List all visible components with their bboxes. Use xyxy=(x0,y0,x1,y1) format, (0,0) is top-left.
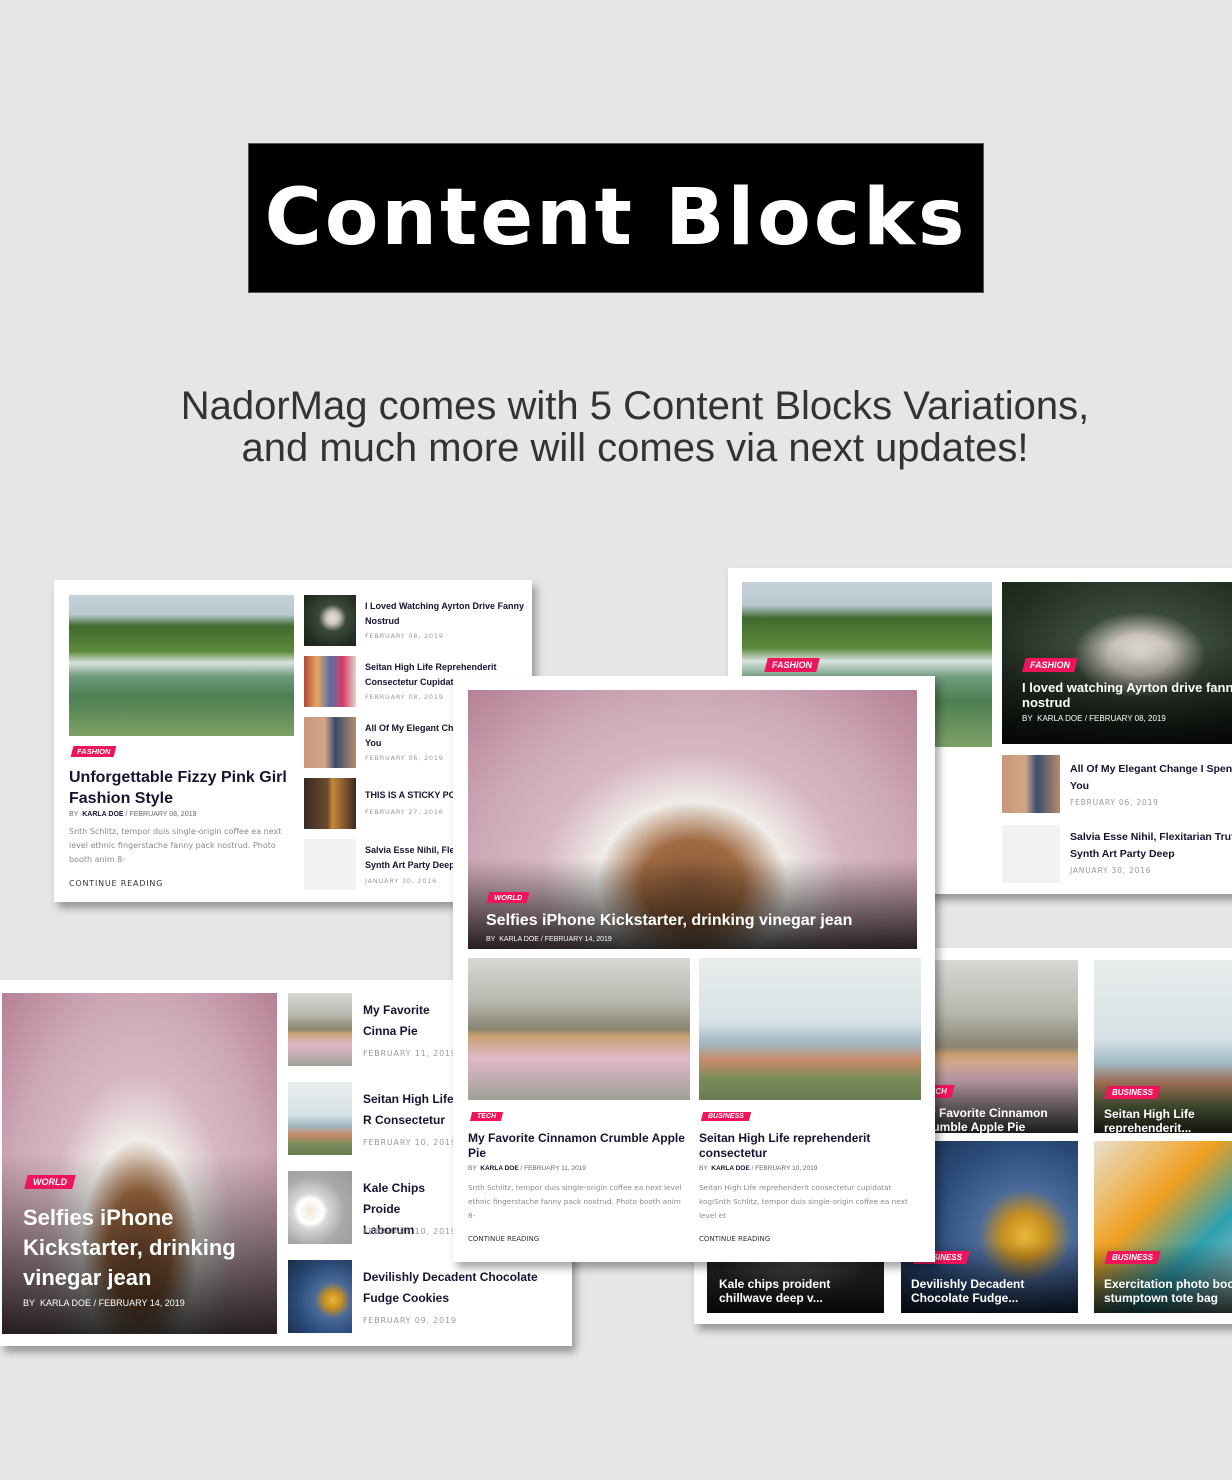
list-thumb[interactable] xyxy=(304,595,356,646)
tile-title[interactable]: Devilishly Decadent Chocolate Fudge... xyxy=(911,1277,1071,1305)
list-item-date: February 08, 2019 xyxy=(365,693,444,701)
list-item-date: January 30, 2016 xyxy=(1070,866,1152,875)
subtitle-line-2: and much more will comes via next update… xyxy=(241,426,1029,470)
list-thumb[interactable] xyxy=(288,1171,352,1244)
list-item-title[interactable]: Salvia Esse Nihil, Flexitarian Truffa Sy… xyxy=(1070,829,1232,863)
featured-image[interactable] xyxy=(69,595,294,736)
content-block-4: World Selfies iPhone Kickstarter, drinki… xyxy=(453,676,935,1262)
list-item-date: February 11, 2019 xyxy=(363,1049,457,1058)
featured-title[interactable]: Selfies iPhone Kickstarter, drinking vin… xyxy=(23,1203,263,1293)
post-excerpt: Snth Schlitz, tempor duis single-origin … xyxy=(69,827,282,864)
list-item-date: January 30, 2016 xyxy=(365,877,438,885)
list-thumb[interactable] xyxy=(288,993,352,1066)
list-item-date: February 10, 2019 xyxy=(363,1138,457,1147)
category-tag[interactable]: Tech xyxy=(469,1112,504,1121)
grid-tile[interactable]: Business Seitan High Life reprehenderit.… xyxy=(1094,960,1232,1133)
list-thumb[interactable] xyxy=(304,839,356,890)
featured-title[interactable]: Selfies iPhone Kickstarter, drinking vin… xyxy=(486,912,906,930)
list-thumb[interactable] xyxy=(304,717,356,768)
author-link[interactable]: KARLA DOE xyxy=(711,1165,749,1172)
list-item-title[interactable]: My Favorite Cinna Pie xyxy=(363,1000,453,1042)
tile-title[interactable]: Seitan High Life reprehenderit... xyxy=(1104,1107,1232,1133)
category-tag[interactable]: Business xyxy=(1104,1251,1161,1264)
author-link[interactable]: KARLA DOE xyxy=(82,811,123,818)
list-item-title[interactable]: I Loved Watching Ayrton Drive Fanny Nost… xyxy=(365,599,525,629)
category-tag[interactable]: Business xyxy=(1104,1086,1161,1099)
list-item-date: February 06, 2019 xyxy=(365,754,444,762)
hero-title: Content Blocks xyxy=(264,173,968,263)
post-excerpt: Seitan High Life reprehenderit consectet… xyxy=(699,1183,908,1220)
post-image[interactable] xyxy=(468,958,690,1100)
author-link[interactable]: KARLA DOE xyxy=(1037,714,1082,723)
list-thumb[interactable] xyxy=(1002,755,1060,813)
subtitle-line-1: NadorMag comes with 5 Content Blocks Var… xyxy=(180,384,1090,428)
list-item-date: February 10, 2019 xyxy=(363,1227,457,1236)
continue-reading-link[interactable]: Continue Reading xyxy=(699,1235,770,1243)
list-item-title[interactable]: Devilishly Decadent Chocolate Fudge Cook… xyxy=(363,1267,568,1309)
list-thumb[interactable] xyxy=(1002,825,1060,883)
list-item-date: February 08, 2019 xyxy=(365,632,444,640)
continue-reading-link[interactable]: Continue Reading xyxy=(69,879,163,888)
list-item-title[interactable]: Salvia Esse Nihil, Fle Synth Art Party D… xyxy=(365,843,465,873)
post-meta: BY KARLA DOE / FEBRUARY 11, 2019 xyxy=(468,1165,586,1172)
list-item-date: February 09, 2019 xyxy=(363,1316,457,1325)
continue-reading-link[interactable]: Continue Reading xyxy=(468,1235,539,1243)
post-meta: BY KARLA DOE / FEBRUARY 10, 2019 xyxy=(699,1165,818,1172)
list-item-date: February 06, 2019 xyxy=(1070,798,1159,807)
category-tag[interactable]: Business xyxy=(700,1112,751,1121)
hero-title-banner: Content Blocks xyxy=(248,143,984,293)
list-item-title[interactable]: All Of My Elegant Ch You xyxy=(365,721,460,751)
hero-subtitle: NadorMag comes with 5 Content Blocks Var… xyxy=(100,385,1170,469)
tile-title[interactable]: I loved watching Ayrton drive fanny nost… xyxy=(1022,680,1232,710)
post-title[interactable]: My Favorite Cinnamon Crumble Apple Pie xyxy=(468,1131,690,1161)
tile-title[interactable]: Exercitation photo booth stumptown tote … xyxy=(1104,1277,1232,1305)
post-meta: BY KARLA DOE / FEBRUARY 14, 2019 xyxy=(486,936,612,943)
list-thumb[interactable] xyxy=(288,1260,352,1333)
post-meta: BY KARLA DOE / FEBRUARY 08, 2019 xyxy=(1022,714,1166,723)
featured-image[interactable]: World Selfies iPhone Kickstarter, drinki… xyxy=(2,993,277,1334)
tile-image-skull[interactable]: Fashion I loved watching Ayrton drive fa… xyxy=(1002,582,1232,744)
category-tag[interactable]: World xyxy=(486,892,530,903)
list-item-title[interactable]: THIS IS A STICKY PC xyxy=(365,790,465,800)
post-image[interactable] xyxy=(699,958,921,1100)
post-meta: BY KARLA DOE / FEBRUARY 08, 2019 xyxy=(69,811,197,818)
tile-title[interactable]: Kale chips proident chillwave deep v... xyxy=(719,1277,879,1305)
list-item-title[interactable]: All Of My Elegant Change I Spent C You xyxy=(1070,761,1232,795)
list-thumb[interactable] xyxy=(304,778,356,829)
list-thumb[interactable] xyxy=(288,1082,352,1155)
post-meta: BY KARLA DOE / FEBRUARY 14, 2019 xyxy=(23,1298,185,1308)
category-tag[interactable]: Fashion xyxy=(764,658,820,672)
author-link[interactable]: KARLA DOE xyxy=(40,1298,91,1308)
grid-tile[interactable]: Business Exercitation photo booth stumpt… xyxy=(1094,1141,1232,1313)
list-item-title[interactable]: Seitan High Life R Consectetur xyxy=(363,1089,455,1131)
tile-title[interactable]: My Favorite Cinnamon Crumble Apple Pie xyxy=(919,1106,1078,1133)
list-thumb[interactable] xyxy=(304,656,356,707)
category-tag[interactable]: World xyxy=(24,1175,76,1189)
author-link[interactable]: KARLA DOE xyxy=(499,936,539,943)
list-item-date: February 27, 2016 xyxy=(365,808,444,816)
featured-image[interactable]: World Selfies iPhone Kickstarter, drinki… xyxy=(468,690,917,949)
author-link[interactable]: KARLA DOE xyxy=(480,1165,518,1172)
post-excerpt: Snth Schlitz, tempor duis single-origin … xyxy=(468,1183,682,1220)
post-title[interactable]: Seitan High Life reprehenderit consectet… xyxy=(699,1131,921,1161)
category-tag[interactable]: Fashion xyxy=(1022,658,1078,672)
featured-title[interactable]: Unforgettable Fizzy Pink Girl Fashion St… xyxy=(69,767,304,809)
category-tag[interactable]: Fashion xyxy=(70,746,117,757)
